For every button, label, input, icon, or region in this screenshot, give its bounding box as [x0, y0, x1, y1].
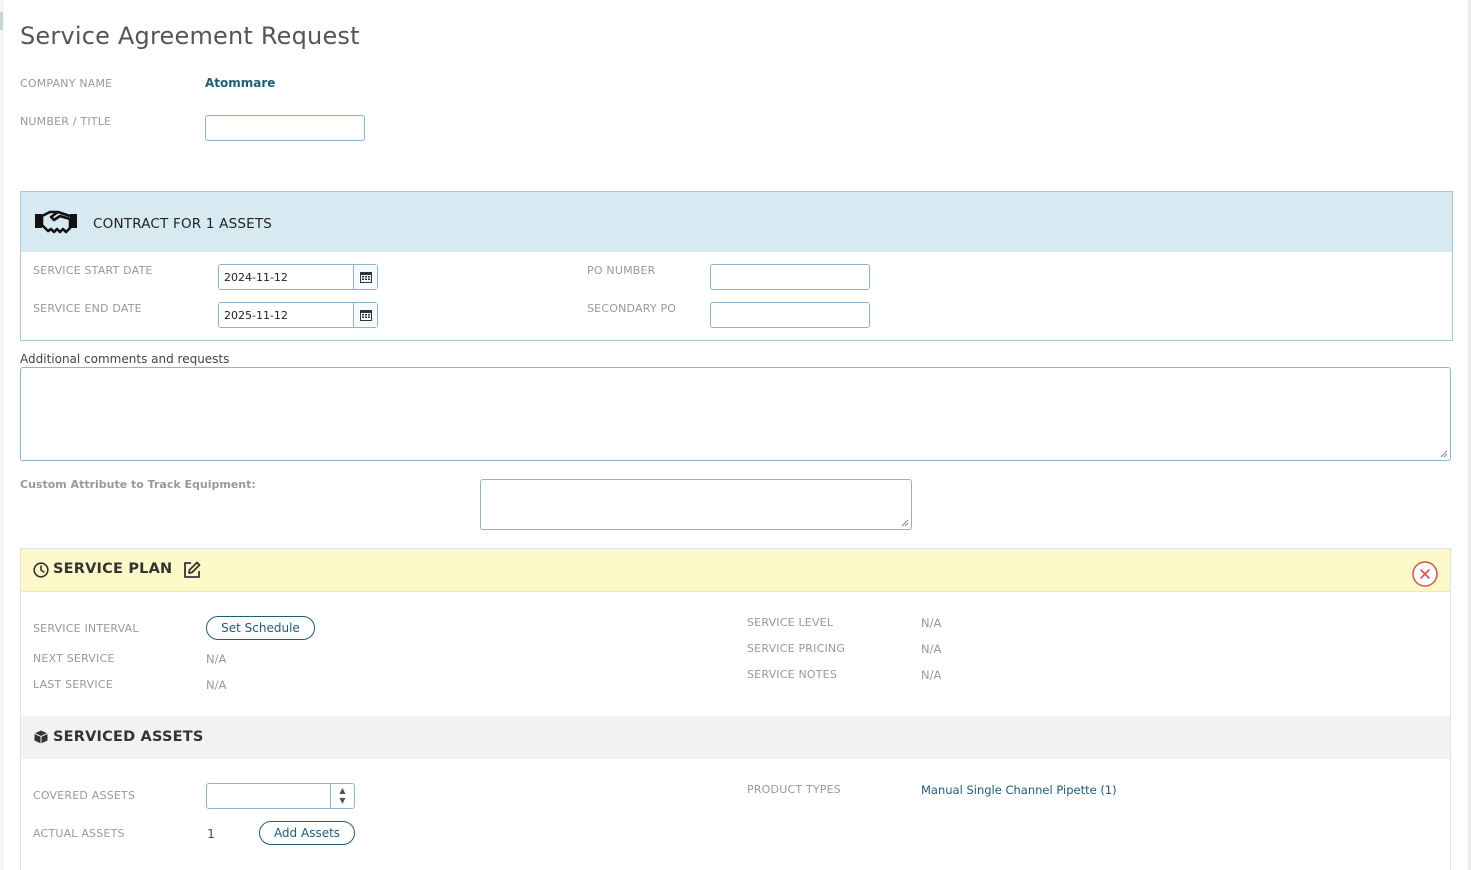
service-notes-value: N/A — [921, 668, 942, 682]
covered-assets-stepper: ▲ ▼ — [206, 783, 355, 809]
service-start-date-input[interactable] — [219, 265, 353, 289]
contract-panel: CONTRACT FOR 1 ASSETS SERVICE START DATE… — [20, 191, 1453, 341]
close-icon[interactable] — [1412, 561, 1438, 587]
po-number-label: PO NUMBER — [587, 264, 656, 277]
po-number-input[interactable] — [710, 264, 870, 290]
actual-assets-label: ACTUAL ASSETS — [33, 827, 125, 840]
company-name-value: Atommare — [205, 76, 276, 90]
next-service-label: NEXT SERVICE — [33, 652, 115, 665]
set-schedule-button[interactable]: Set Schedule — [206, 616, 315, 640]
comments-label: Additional comments and requests — [20, 352, 230, 366]
service-end-date-field — [218, 302, 378, 328]
last-service-label: LAST SERVICE — [33, 678, 113, 691]
product-types-link[interactable]: Manual Single Channel Pipette (1) — [921, 783, 1117, 797]
actual-assets-count[interactable]: 1 — [207, 826, 215, 841]
service-level-value: N/A — [921, 616, 942, 630]
next-service-value: N/A — [206, 652, 227, 666]
service-level-label: SERVICE LEVEL — [747, 616, 834, 629]
service-start-date-field — [218, 264, 378, 290]
service-plan-panel: SERVICE PLAN SERVICE INTERVAL Set Schedu… — [20, 548, 1451, 870]
handshake-icon — [33, 208, 79, 236]
custom-attribute-label: Custom Attribute to Track Equipment: — [20, 478, 256, 491]
service-notes-label: SERVICE NOTES — [747, 668, 838, 681]
contract-title: CONTRACT FOR 1 ASSETS — [93, 216, 273, 232]
service-plan-title: SERVICE PLAN — [53, 561, 173, 577]
service-pricing-value: N/A — [921, 642, 942, 656]
page: Service Agreement Request COMPANY NAME A… — [0, 0, 1471, 870]
service-end-date-input[interactable] — [219, 303, 353, 327]
product-types-label: PRODUCT TYPES — [747, 783, 841, 796]
service-start-date-label: SERVICE START DATE — [33, 264, 153, 277]
left-edge — [0, 0, 4, 870]
resize-grip-icon[interactable] — [901, 519, 909, 527]
calendar-icon[interactable] — [353, 303, 377, 327]
clock-icon — [33, 562, 49, 578]
calendar-icon[interactable] — [353, 265, 377, 289]
covered-assets-input[interactable] — [207, 784, 330, 808]
last-service-value: N/A — [206, 678, 227, 692]
left-edge-tick — [0, 12, 3, 30]
comments-textarea[interactable] — [20, 367, 1451, 461]
service-end-date-label: SERVICE END DATE — [33, 302, 142, 315]
contract-header: CONTRACT FOR 1 ASSETS — [21, 192, 1452, 252]
number-title-input[interactable] — [205, 115, 365, 141]
spinner-arrows-icon[interactable]: ▲ ▼ — [330, 784, 354, 808]
covered-assets-label: COVERED ASSETS — [33, 789, 136, 802]
resize-grip-icon[interactable] — [1440, 450, 1448, 458]
add-assets-button[interactable]: Add Assets — [259, 821, 355, 845]
secondary-po-input[interactable] — [710, 302, 870, 328]
serviced-assets-header: SERVICED ASSETS — [21, 716, 1450, 759]
secondary-po-label: SECONDARY PO — [587, 302, 677, 315]
service-pricing-label: SERVICE PRICING — [747, 642, 846, 655]
serviced-assets-title: SERVICED ASSETS — [53, 729, 204, 745]
box-icon — [33, 729, 49, 745]
service-interval-label: SERVICE INTERVAL — [33, 622, 139, 635]
number-title-label: NUMBER / TITLE — [20, 115, 112, 128]
edit-icon[interactable] — [181, 559, 203, 581]
custom-attribute-textarea[interactable] — [480, 479, 912, 530]
company-name-label: COMPANY NAME — [20, 77, 113, 90]
page-title: Service Agreement Request — [20, 22, 360, 50]
service-plan-header: SERVICE PLAN — [21, 549, 1450, 592]
